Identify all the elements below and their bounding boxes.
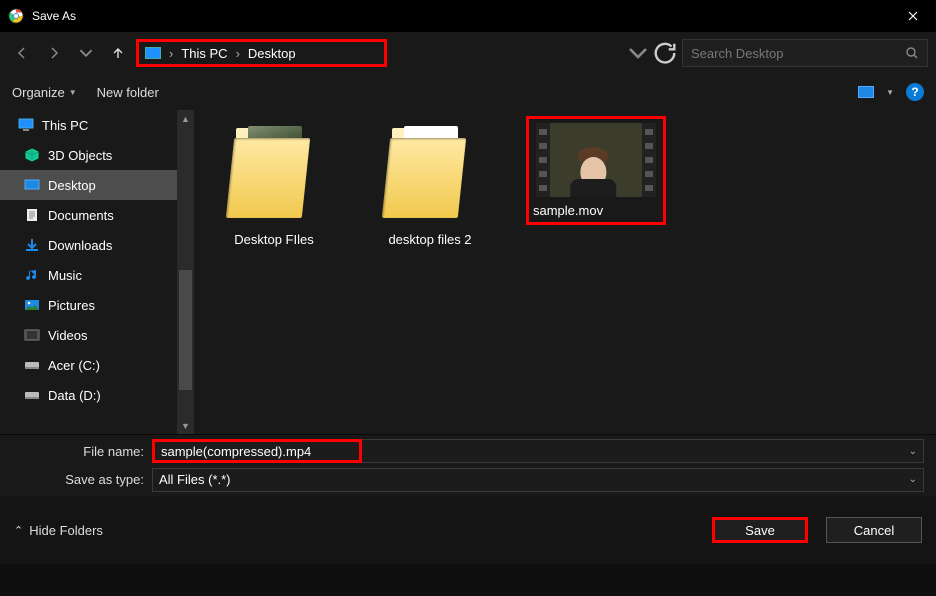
chevron-right-icon: › (165, 46, 177, 61)
file-label: desktop files 2 (370, 232, 490, 247)
filename-value: sample(compressed).mp4 (161, 444, 311, 459)
organize-label: Organize (12, 85, 65, 100)
scroll-up-icon[interactable]: ▲ (177, 110, 194, 127)
sidebar-item-label: Music (48, 268, 82, 283)
chevron-down-icon: ⌄ (909, 474, 917, 485)
sidebar-item-videos[interactable]: Videos (0, 320, 194, 350)
help-button[interactable]: ? (906, 83, 924, 101)
organize-menu[interactable]: Organize ▼ (12, 85, 77, 100)
sidebar-item-music[interactable]: Music (0, 260, 194, 290)
sidebar-item-drive-c[interactable]: Acer (C:) (0, 350, 194, 380)
sidebar-item-label: Acer (C:) (48, 358, 100, 373)
folder-item[interactable]: Desktop FIles (214, 122, 334, 247)
breadcrumb-item[interactable]: This PC (181, 46, 227, 61)
sidebar-item-label: Videos (48, 328, 88, 343)
titlebar: Save As (0, 0, 936, 32)
view-icon[interactable] (858, 86, 874, 98)
forward-button[interactable] (40, 39, 68, 67)
folder-item[interactable]: desktop files 2 (370, 122, 490, 247)
video-thumbnail (536, 123, 656, 197)
nav-row: › This PC › Desktop Search Desktop (0, 32, 936, 74)
sidebar-item-drive-d[interactable]: Data (D:) (0, 380, 194, 410)
sidebar-item-label: 3D Objects (48, 148, 112, 163)
file-item-highlighted[interactable]: sample.mov (526, 116, 666, 225)
window-title: Save As (32, 9, 890, 23)
sidebar-item-documents[interactable]: Documents (0, 200, 194, 230)
breadcrumb[interactable]: › This PC › Desktop (136, 39, 387, 67)
breadcrumb-item[interactable]: Desktop (248, 46, 296, 61)
video-icon (24, 328, 40, 342)
filename-label: File name: (12, 444, 152, 459)
saveas-label: Save as type: (12, 472, 152, 487)
up-button[interactable] (104, 39, 132, 67)
hide-folders-toggle[interactable]: ⌃ Hide Folders (14, 523, 103, 538)
music-icon (24, 268, 40, 282)
chevron-down-icon[interactable]: ▼ (886, 88, 894, 97)
picture-icon (24, 298, 40, 312)
saveas-select[interactable]: All Files (*.*) ⌄ (152, 468, 924, 492)
sidebar-this-pc[interactable]: This PC (0, 110, 194, 140)
sidebar-item-label: This PC (42, 118, 88, 133)
filename-input[interactable]: sample(compressed).mp4 (152, 439, 362, 463)
download-icon (24, 238, 40, 252)
scroll-thumb[interactable] (179, 270, 192, 390)
sidebar-item-label: Pictures (48, 298, 95, 313)
cube-icon (24, 148, 40, 162)
folder-icon (386, 122, 474, 224)
chevron-right-icon: › (232, 46, 244, 61)
sidebar-item-label: Downloads (48, 238, 112, 253)
new-folder-button[interactable]: New folder (97, 85, 159, 100)
file-pane[interactable]: Desktop FIles desktop files 2 (194, 110, 936, 434)
chrome-icon (8, 8, 24, 24)
saveas-value: All Files (*.*) (159, 472, 231, 487)
search-placeholder: Search Desktop (691, 46, 905, 61)
sidebar-item-downloads[interactable]: Downloads (0, 230, 194, 260)
form-area: File name: sample(compressed).mp4 ⌄ Save… (0, 434, 936, 496)
drive-icon (24, 388, 40, 402)
search-input[interactable]: Search Desktop (682, 39, 928, 67)
breadcrumb-dropdown[interactable] (628, 40, 648, 66)
sidebar-scrollbar[interactable]: ▲ ▼ (177, 110, 194, 434)
document-icon (24, 208, 40, 222)
sidebar-item-desktop[interactable]: Desktop (0, 170, 194, 200)
sidebar-item-label: Data (D:) (48, 388, 101, 403)
chevron-down-icon: ▼ (69, 88, 77, 97)
refresh-button[interactable] (652, 40, 678, 66)
drive-icon (24, 358, 40, 372)
sidebar: This PC 3D Objects Desktop Documents Dow… (0, 110, 194, 434)
chevron-down-icon: ⌄ (909, 446, 917, 457)
search-icon (905, 46, 919, 60)
sidebar-item-label: Documents (48, 208, 114, 223)
sidebar-item-label: Desktop (48, 178, 96, 193)
filename-dropdown[interactable]: ⌄ (362, 439, 924, 463)
hide-folders-label: Hide Folders (29, 523, 103, 538)
desktop-icon (24, 178, 40, 192)
footer: ⌃ Hide Folders Save Cancel (0, 496, 936, 564)
content-area: This PC 3D Objects Desktop Documents Dow… (0, 110, 936, 434)
sidebar-item-3d-objects[interactable]: 3D Objects (0, 140, 194, 170)
back-button[interactable] (8, 39, 36, 67)
monitor-icon (18, 118, 34, 132)
chevron-up-icon: ⌃ (14, 524, 23, 537)
sidebar-item-pictures[interactable]: Pictures (0, 290, 194, 320)
save-button[interactable]: Save (712, 517, 808, 543)
cancel-button[interactable]: Cancel (826, 517, 922, 543)
toolbar: Organize ▼ New folder ▼ ? (0, 74, 936, 110)
file-label: Desktop FIles (214, 232, 334, 247)
file-label: sample.mov (533, 203, 659, 218)
monitor-icon (145, 47, 161, 59)
close-button[interactable] (890, 0, 936, 32)
folder-icon (230, 122, 318, 224)
scroll-down-icon[interactable]: ▼ (177, 417, 194, 434)
recent-dropdown[interactable] (72, 39, 100, 67)
